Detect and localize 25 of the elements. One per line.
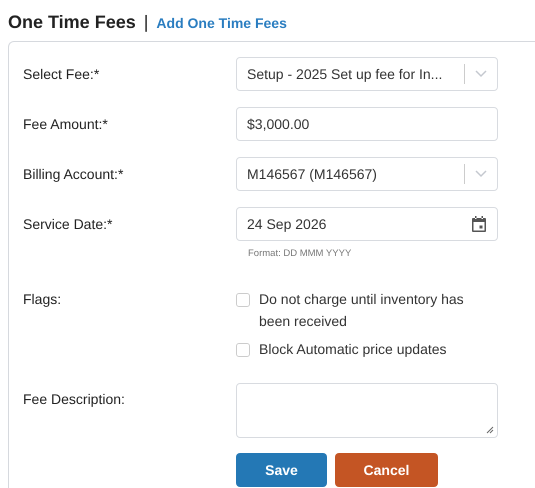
checkbox-label: Block Automatic price updates <box>259 340 447 359</box>
resize-grip-icon[interactable] <box>486 426 494 434</box>
select-field[interactable]: Setup - 2025 Set up fee for In... <box>236 57 498 91</box>
checkbox[interactable] <box>236 343 250 357</box>
separator: | <box>144 12 148 33</box>
section-title: One Time Fees <box>8 12 136 33</box>
field-label: Billing Account:* <box>23 165 124 184</box>
field-label: Fee Description: <box>23 390 126 409</box>
input-field[interactable]: $3,000.00 <box>236 107 498 141</box>
cancel-button[interactable]: Cancel <box>335 453 438 487</box>
format-hint: Format: DD MMM YYYY <box>248 248 352 259</box>
field-label: Service Date:* <box>23 215 114 234</box>
description-field[interactable] <box>236 383 498 438</box>
field-label: Fee Amount:* <box>23 115 109 134</box>
chevron-icon <box>475 70 487 78</box>
checkbox[interactable] <box>236 293 250 307</box>
chevron-icon <box>475 170 487 178</box>
add-fees-link[interactable]: Add One Time Fees <box>156 15 287 31</box>
calendar-icon[interactable] <box>471 215 487 233</box>
field-label: Select Fee:* <box>23 65 100 84</box>
select-field[interactable]: M146567 (M146567) <box>236 157 498 191</box>
save-button[interactable]: Save <box>236 453 327 487</box>
date-field[interactable]: 24 Sep 2026 <box>236 207 498 241</box>
field-label: Flags: <box>23 291 62 309</box>
checkbox-label: Do not charge until inventory has been received <box>259 290 465 331</box>
